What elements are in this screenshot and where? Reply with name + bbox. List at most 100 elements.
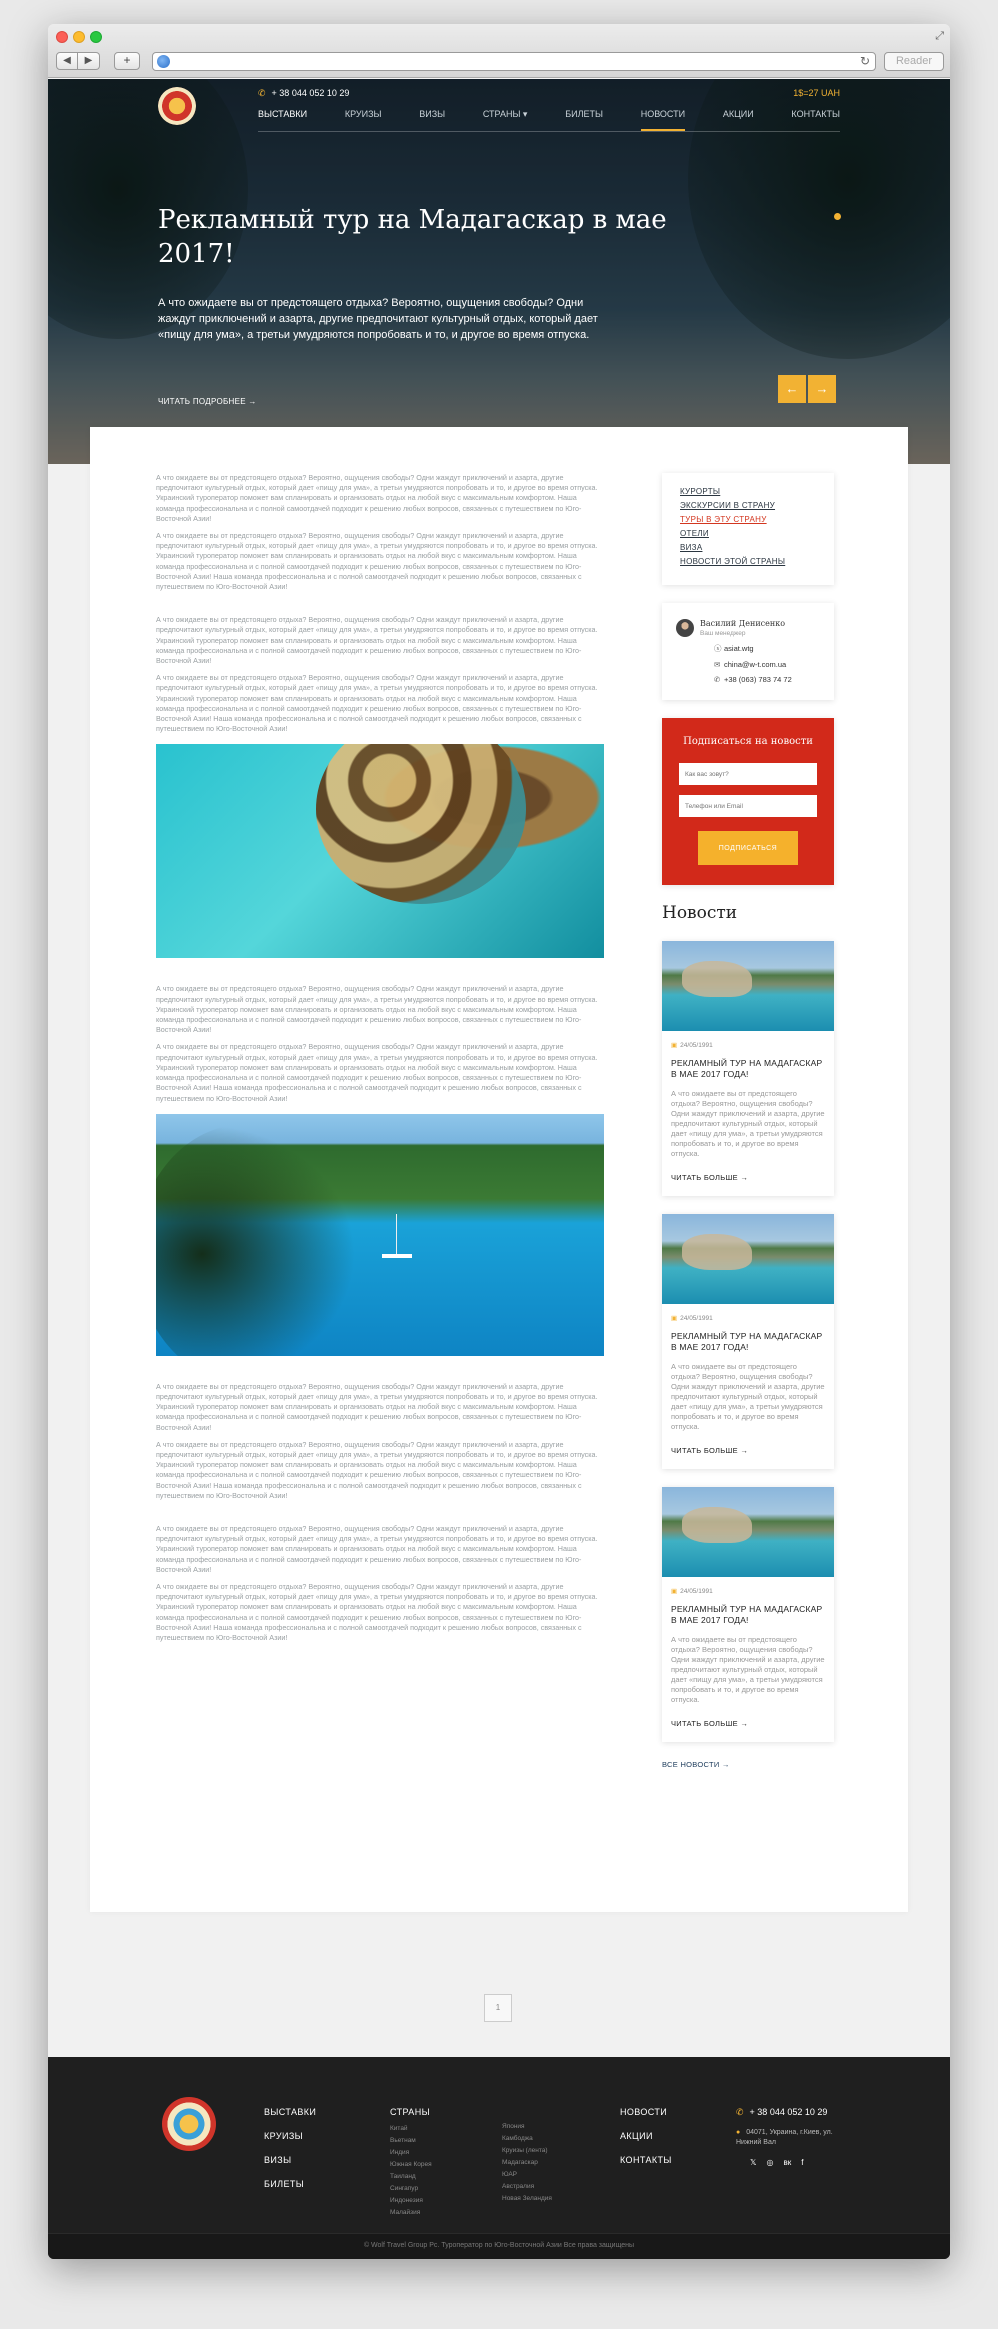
nav-item-visas[interactable]: ВИЗЫ [419, 109, 445, 131]
nav-item-tickets[interactable]: БИЛЕТЫ [565, 109, 603, 131]
news-title[interactable]: РЕКЛАМНЫЙ ТУР НА МАДАГАСКАР В МАЕ 2017 Г… [671, 1604, 825, 1626]
footer-link-visas[interactable]: ВИЗЫ [264, 2155, 316, 2165]
nav-item-countries[interactable]: СТРАНЫ ▾ [483, 109, 528, 131]
news-heading: Новости [662, 903, 738, 923]
skype-text: asiat.wtg [724, 644, 754, 653]
footer-country-link[interactable]: Индонезия [390, 2197, 432, 2204]
twitter-icon[interactable]: 𝕏 [750, 2158, 756, 2167]
address-bar[interactable]: ↻ [152, 52, 876, 71]
skype-icon: ⓢ [714, 644, 722, 653]
news-card[interactable]: ▣ 24/05/1991 РЕКЛАМНЫЙ ТУР НА МАДАГАСКАР … [662, 1487, 834, 1742]
footer-country-link[interactable]: Сингапур [390, 2185, 432, 2192]
article-body: А что ожидаете вы от предстоящего отдыха… [156, 473, 604, 1650]
footer-country-link[interactable]: Китай [390, 2125, 432, 2132]
article-paragraph: А что ожидаете вы от предстоящего отдыха… [156, 615, 598, 666]
news-read-more-link[interactable]: ЧИТАТЬ БОЛЬШЕ → [671, 1173, 825, 1182]
close-icon[interactable] [56, 31, 68, 43]
manager-skype[interactable]: ⓢ asiat.wtg [714, 643, 820, 654]
footer-country-link[interactable]: Мадагаскар [502, 2159, 552, 2166]
slider-prev-button[interactable]: ← [778, 375, 806, 403]
article-paragraph: А что ожидаете вы от предстоящего отдыха… [156, 984, 598, 1035]
subscribe-form: Подписаться на новости ПОДПИСАТЬСЯ [662, 718, 834, 885]
manager-name: Василий Денисенко [700, 619, 786, 628]
browser-window: ⤢ ◀ ▶ + ↻ Reader ✆ + 38 044 052 10 29 1$=… [48, 24, 950, 2259]
news-read-more-link[interactable]: ЧИТАТЬ БОЛЬШЕ → [671, 1446, 825, 1455]
nav-item-promos[interactable]: АКЦИИ [723, 109, 754, 131]
footer-country-link[interactable]: Камбоджа [502, 2135, 552, 2142]
nav-item-cruises[interactable]: КРУИЗЫ [345, 109, 382, 131]
sidebar-link-hotels[interactable]: ОТЕЛИ [680, 529, 816, 538]
news-title[interactable]: РЕКЛАМНЫЙ ТУР НА МАДАГАСКАР В МАЕ 2017 Г… [671, 1331, 825, 1353]
footer-country-link[interactable]: Новая Зеландия [502, 2195, 552, 2202]
nav-divider [258, 131, 840, 132]
footer-link-promos[interactable]: АКЦИИ [620, 2131, 672, 2141]
footer-link-news[interactable]: НОВОСТИ [620, 2107, 672, 2117]
manager-email[interactable]: ✉ china@w-t.com.ua [714, 660, 820, 669]
header-phone[interactable]: ✆ + 38 044 052 10 29 [258, 88, 349, 99]
footer-logo[interactable] [162, 2097, 216, 2151]
main-nav: ВЫСТАВКИ КРУИЗЫ ВИЗЫ СТРАНЫ ▾ БИЛЕТЫ НОВ… [258, 109, 840, 131]
footer-country-link[interactable]: Вьетнам [390, 2137, 432, 2144]
footer-country-link[interactable]: ЮАР [502, 2171, 552, 2178]
page-viewport[interactable]: ✆ + 38 044 052 10 29 1$=27 UAH ВЫСТАВКИ К… [48, 79, 950, 2259]
sidebar-link-excursions[interactable]: ЭКСКУРСИИ В СТРАНУ [680, 501, 816, 510]
hero-read-more-link[interactable]: ЧИТАТЬ ПОДРОБНЕЕ → [158, 397, 257, 406]
instagram-icon[interactable]: ◎ [766, 2158, 773, 2167]
forward-button[interactable]: ▶ [78, 52, 100, 70]
news-date: ▣ 24/05/1991 [671, 1314, 825, 1322]
sidebar-link-resorts[interactable]: КУРОРТЫ [680, 487, 816, 496]
calendar-icon: ▣ [671, 1588, 678, 1595]
minimize-icon[interactable] [73, 31, 85, 43]
nav-item-exhibitions[interactable]: ВЫСТАВКИ [258, 109, 307, 131]
footer-address: ● 04071, Украина, г.Киев, ул. Нижний Вал [736, 2128, 856, 2148]
sidebar-link-country-news[interactable]: НОВОСТИ ЭТОЙ СТРАНЫ [680, 557, 816, 566]
news-image[interactable] [662, 941, 834, 1031]
maximize-icon[interactable] [90, 31, 102, 43]
footer-country-link[interactable]: Южная Корея [390, 2161, 432, 2168]
footer-country-link[interactable]: Таиланд [390, 2173, 432, 2180]
news-title[interactable]: РЕКЛАМНЫЙ ТУР НА МАДАГАСКАР В МАЕ 2017 Г… [671, 1058, 825, 1080]
name-input[interactable] [679, 763, 817, 785]
slider-next-button[interactable]: → [808, 375, 836, 403]
manager-role: Ваш менеджер [700, 630, 746, 637]
article-paragraph: А что ожидаете вы от предстоящего отдыха… [156, 1581, 598, 1642]
news-image[interactable] [662, 1487, 834, 1577]
turtle-photo [156, 744, 604, 959]
footer-country-link[interactable]: Малайзия [390, 2209, 432, 2216]
news-read-more-link[interactable]: ЧИТАТЬ БОЛЬШЕ → [671, 1719, 825, 1728]
globe-icon [157, 55, 170, 68]
footer-link-cruises[interactable]: КРУИЗЫ [264, 2131, 316, 2141]
footer-phone-text: + 38 044 052 10 29 [749, 2107, 828, 2117]
footer-link-tickets[interactable]: БИЛЕТЫ [264, 2179, 316, 2189]
footer-phone[interactable]: ✆ + 38 044 052 10 29 [736, 2107, 856, 2118]
back-button[interactable]: ◀ [56, 52, 78, 70]
footer-link-exhibitions[interactable]: ВЫСТАВКИ [264, 2107, 316, 2117]
all-news-link[interactable]: ВСЕ НОВОСТИ → [662, 1760, 834, 1769]
footer-country-link[interactable]: Австралия [502, 2183, 552, 2190]
phone-text: +38 (063) 783 74 72 [724, 675, 792, 684]
news-card[interactable]: ▣ 24/05/1991 РЕКЛАМНЫЙ ТУР НА МАДАГАСКАР … [662, 1214, 834, 1469]
facebook-icon[interactable]: f [801, 2158, 803, 2167]
footer-countries: СТРАНЫ Китай Вьетнам Индия Южная Корея Т… [390, 2107, 432, 2221]
reader-button[interactable]: Reader [884, 52, 944, 71]
pagination-page-1[interactable]: 1 [484, 1994, 512, 2022]
manager-phone[interactable]: ✆ +38 (063) 783 74 72 [714, 675, 820, 684]
news-card[interactable]: ▣ 24/05/1991 РЕКЛАМНЫЙ ТУР НА МАДАГАСКАР … [662, 941, 834, 1196]
contact-input[interactable] [679, 795, 817, 817]
nav-item-contacts[interactable]: КОНТАКТЫ [791, 109, 840, 131]
slider-dot[interactable] [834, 213, 841, 220]
new-tab-button[interactable]: + [114, 52, 140, 70]
subscribe-button[interactable]: ПОДПИСАТЬСЯ [698, 831, 798, 865]
footer-country-link[interactable]: Индия [390, 2149, 432, 2156]
news-image[interactable] [662, 1214, 834, 1304]
footer-link-contacts[interactable]: КОНТАКТЫ [620, 2155, 672, 2165]
reload-icon[interactable]: ↻ [860, 54, 870, 68]
sidebar-link-visa[interactable]: ВИЗА [680, 543, 816, 552]
site-logo[interactable] [158, 87, 196, 125]
vk-icon[interactable]: вк [783, 2158, 791, 2167]
nav-item-news[interactable]: НОВОСТИ [640, 109, 686, 131]
sidebar-link-tours[interactable]: ТУРЫ В ЭТУ СТРАНУ [680, 515, 816, 524]
footer-country-link[interactable]: Япония [502, 2123, 552, 2130]
footer-country-link[interactable]: Круизы (лента) [502, 2147, 552, 2154]
fullscreen-icon[interactable]: ⤢ [935, 30, 944, 43]
